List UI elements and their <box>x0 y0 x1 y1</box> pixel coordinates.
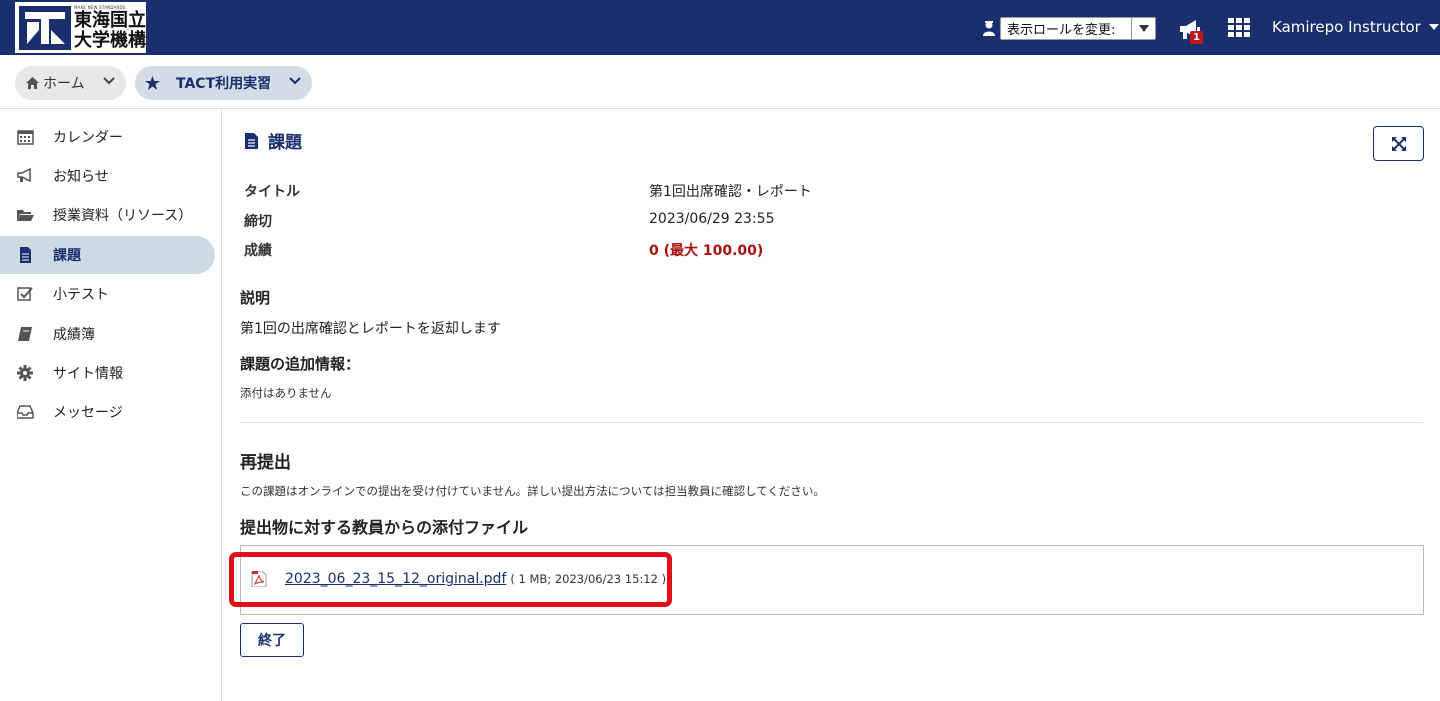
highlight-annotation-box <box>229 552 672 607</box>
fullscreen-button[interactable] <box>1373 126 1424 161</box>
logo-line-2: 大学機構 <box>74 29 146 51</box>
book-icon <box>18 327 32 341</box>
sidebar-item-label: カレンダー <box>53 130 123 146</box>
resubmit-heading: 再提出 <box>240 453 291 473</box>
resubmit-note: この課題はオンラインでの提出を受け付けていません。詳しい提出方法については担当教… <box>240 484 825 498</box>
field-value: 第1回出席確認・レポート <box>649 184 812 200</box>
caret-down-icon <box>1131 18 1155 39</box>
feedback-attachments-heading: 提出物に対する教員からの添付ファイル <box>240 518 529 537</box>
section-divider <box>240 422 1423 423</box>
user-menu[interactable]: Kamirepo Instructor <box>1272 18 1439 36</box>
caret-down-icon <box>1428 24 1439 30</box>
expand-arrows-icon <box>1391 136 1406 151</box>
apps-grid-icon[interactable] <box>1228 18 1250 38</box>
sidebar-item-messages[interactable]: メッセージ <box>0 393 215 431</box>
notification-badge: 1 <box>1190 31 1203 44</box>
sidebar-item-quizzes[interactable]: 小テスト <box>0 275 215 313</box>
sidebar-item-label: サイト情報 <box>53 366 123 382</box>
folder-open-icon <box>17 210 34 221</box>
role-switch-select[interactable]: 表示ロールを変更: <box>1000 17 1156 40</box>
finish-button[interactable]: 終了 <box>240 623 304 657</box>
chevron-down-icon[interactable] <box>289 77 301 85</box>
check-square-icon <box>17 287 33 301</box>
file-text-icon <box>245 132 258 149</box>
breadcrumb-home[interactable]: ホーム <box>15 66 126 100</box>
gear-icon <box>17 365 33 381</box>
main-content: 課題 タイトル 第1回出席確認・レポート 締切 2023/06/29 23:55… <box>223 110 1440 701</box>
sidebar-item-calendar[interactable]: カレンダー <box>0 118 215 156</box>
breadcrumb-bar: ホーム TACT利用実習 <box>0 55 1440 109</box>
sidebar-item-assignments[interactable]: 課題 <box>0 236 215 274</box>
sidebar-item-label: 成績簿 <box>53 327 95 343</box>
breadcrumb-site[interactable]: TACT利用実習 <box>135 66 312 100</box>
no-attachments-text: 添付はありません <box>240 386 332 400</box>
description-text: 第1回の出席確認とレポートを返却します <box>240 321 501 337</box>
breadcrumb-site-label: TACT利用実習 <box>176 76 272 92</box>
field-label: 締切 <box>244 214 272 230</box>
sidebar-item-resources[interactable]: 授業資料（リソース） <box>0 196 215 234</box>
calendar-icon <box>17 130 34 145</box>
sidebar-item-label: 授業資料（リソース） <box>53 208 193 224</box>
home-icon <box>26 77 39 89</box>
page-title: 課題 <box>245 128 302 153</box>
page-title-text: 課題 <box>268 133 302 153</box>
role-switch-label: 表示ロールを変更: <box>1007 23 1116 38</box>
description-heading: 説明 <box>240 289 271 307</box>
inbox-icon <box>17 405 34 419</box>
sidebar-item-site-info[interactable]: サイト情報 <box>0 354 215 392</box>
tool-sidebar: カレンダー お知らせ 授業資料（リソース） 課題 小テスト 成績簿 サイト情報 … <box>0 110 222 701</box>
megaphone-icon <box>17 168 31 183</box>
star-icon <box>145 76 160 90</box>
top-header: MAKE NEW STANDARDS. 東海国立 大学機構 表示ロールを変更: … <box>0 0 1440 55</box>
sidebar-item-gradebook[interactable]: 成績簿 <box>0 315 215 353</box>
field-value: 2023/06/29 23:55 <box>649 211 775 227</box>
sidebar-item-label: 課題 <box>53 248 81 264</box>
additional-info-heading: 課題の追加情報： <box>240 355 361 373</box>
logo-tagline: MAKE NEW STANDARDS. <box>74 4 127 10</box>
logo-mark-icon <box>19 5 71 50</box>
logo-line-1: 東海国立 <box>74 9 146 31</box>
field-label: 成績 <box>244 243 272 259</box>
sidebar-item-announcements[interactable]: お知らせ <box>0 157 215 195</box>
grade-value: 0 (最大 100.00) <box>649 243 764 259</box>
chevron-down-icon[interactable] <box>103 77 115 85</box>
university-logo[interactable]: MAKE NEW STANDARDS. 東海国立 大学機構 <box>15 2 146 53</box>
file-text-icon <box>20 247 31 263</box>
sidebar-item-label: お知らせ <box>53 169 109 185</box>
field-label: タイトル <box>244 184 300 200</box>
user-secret-icon <box>983 21 995 36</box>
user-name-label: Kamirepo Instructor <box>1272 18 1421 36</box>
breadcrumb-home-label: ホーム <box>43 76 85 92</box>
sidebar-item-label: メッセージ <box>53 405 123 421</box>
sidebar-item-label: 小テスト <box>53 287 109 303</box>
